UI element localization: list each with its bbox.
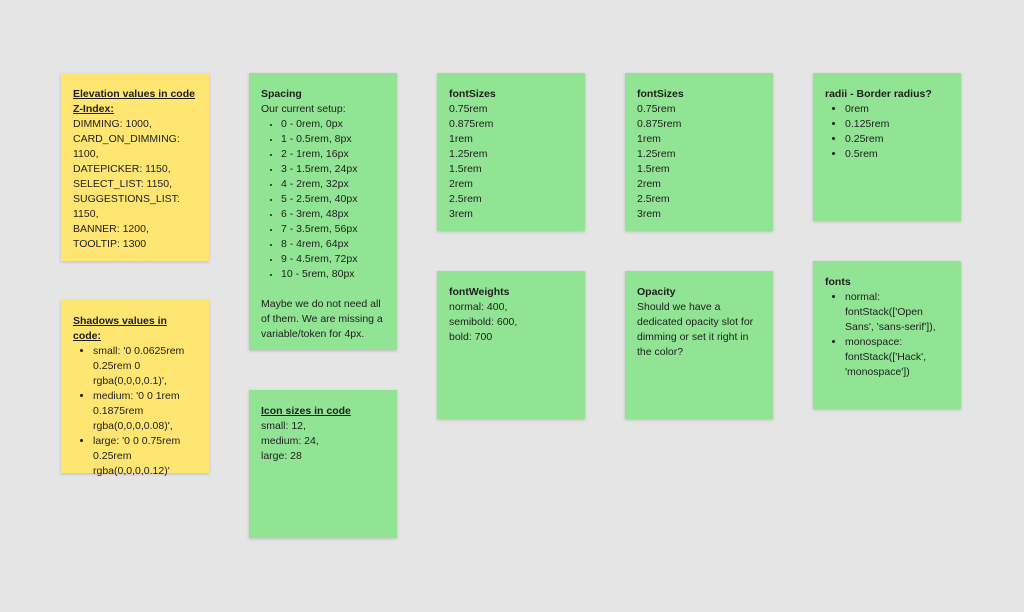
note-list-item: 0rem [845,102,949,117]
note-list-item: 3 - 1.5rem, 24px [281,162,385,177]
note-title: fonts [825,276,851,288]
note-line: 0.75rem [637,103,676,115]
sticky-note-icon-sizes[interactable]: Icon sizes in code small: 12, medium: 24… [249,390,397,538]
note-line: bold: 700 [449,331,493,343]
note-line: 1.5rem [449,163,482,175]
note-line: TOOLTIP: 1300 [73,238,147,250]
note-list-item: normal: fontStack(['Open Sans', 'sans-se… [845,290,949,335]
note-list-item: small: '0 0.0625rem 0.25rem 0 rgba(0,0,0… [93,344,197,389]
note-list-item: large: '0 0 0.75rem 0.25rem rgba(0,0,0,0… [93,434,197,479]
note-list-item: 0.125rem [845,117,949,132]
sticky-note-fonts[interactable]: fonts normal: fontStack(['Open Sans', 's… [813,261,961,409]
sticky-note-radii[interactable]: radii - Border radius? 0rem 0.125rem 0.2… [813,73,961,221]
note-line: CARD_ON_DIMMING: [73,133,180,145]
note-list-item: 5 - 2.5rem, 40px [281,192,385,207]
note-line: large: 28 [261,450,302,462]
sticky-note-opacity[interactable]: Opacity Should we have a dedicated opaci… [625,271,773,419]
note-line: SUGGESTIONS_LIST: [73,193,180,205]
note-list-item: 0 - 0rem, 0px [281,117,385,132]
note-line: small: 12, [261,420,306,432]
note-list-item: 4 - 2rem, 32px [281,177,385,192]
note-list-item: 8 - 4rem, 64px [281,237,385,252]
sticky-note-font-sizes-copy[interactable]: fontSizes 0.75rem 0.875rem 1rem 1.25rem … [625,73,773,231]
note-list-item: 10 - 5rem, 80px [281,267,385,282]
note-list-item: 1 - 0.5rem, 8px [281,132,385,147]
note-text: Should we have a dedicated opacity slot … [637,301,754,358]
note-line: 1.5rem [637,163,670,175]
note-line: 0.75rem [449,103,488,115]
note-title: fontSizes [637,88,684,100]
note-title: Icon sizes in code [261,405,351,417]
note-list-item: 2 - 1rem, 16px [281,147,385,162]
note-footer: Maybe we do not need all of them. We are… [261,298,383,340]
note-line: 1rem [449,133,473,145]
note-line: 1100, [73,148,99,160]
note-list-item: monospace: fontStack(['Hack', 'monospace… [845,335,949,380]
note-title: Spacing [261,88,302,100]
note-title: Elevation values in code [73,88,195,100]
sticky-note-elevation[interactable]: Elevation values in code Z-Index: DIMMIN… [61,73,209,261]
sticky-note-font-sizes[interactable]: fontSizes 0.75rem 0.875rem 1rem 1.25rem … [437,73,585,231]
note-line: SELECT_LIST: 1150, [73,178,173,190]
note-line: 2.5rem [637,193,670,205]
note-title: fontSizes [449,88,496,100]
note-line: semibold: 600, [449,316,518,328]
note-line: 1.25rem [449,148,488,160]
note-line: 3rem [449,208,473,220]
note-line: DATEPICKER: 1150, [73,163,171,175]
note-line: 2rem [637,178,661,190]
note-intro: Our current setup: [261,103,346,115]
sticky-note-font-weights[interactable]: fontWeights normal: 400, semibold: 600, … [437,271,585,419]
note-list-item: 0.25rem [845,132,949,147]
note-line: 1.25rem [637,148,676,160]
note-title: Shadows values in code: [73,315,167,342]
note-title: Opacity [637,286,676,298]
note-line: 1150, [73,208,99,220]
note-line: normal: 400, [449,301,508,313]
note-list-item: 0.5rem [845,147,949,162]
note-line: 2rem [449,178,473,190]
note-list-item: medium: '0 0 1rem 0.1875rem rgba(0,0,0,0… [93,389,197,434]
note-line: DIMMING: 1000, [73,118,152,130]
note-line: BANNER: 1200, [73,223,149,235]
note-list-item: 9 - 4.5rem, 72px [281,252,385,267]
note-line: 0.875rem [449,118,494,130]
sticky-note-spacing[interactable]: Spacing Our current setup: 0 - 0rem, 0px… [249,73,397,350]
note-line: 3rem [637,208,661,220]
sticky-note-shadows[interactable]: Shadows values in code: small: '0 0.0625… [61,300,209,477]
note-line: 0.875rem [637,118,682,130]
note-title: radii - Border radius? [825,88,932,100]
note-list-item: 7 - 3.5rem, 56px [281,222,385,237]
note-subtitle: Z-Index: [73,103,114,115]
note-list-item: 6 - 3rem, 48px [281,207,385,222]
note-title: fontWeights [449,286,510,298]
note-line: 2.5rem [449,193,482,205]
note-line: medium: 24, [261,435,319,447]
note-line: 1rem [637,133,661,145]
